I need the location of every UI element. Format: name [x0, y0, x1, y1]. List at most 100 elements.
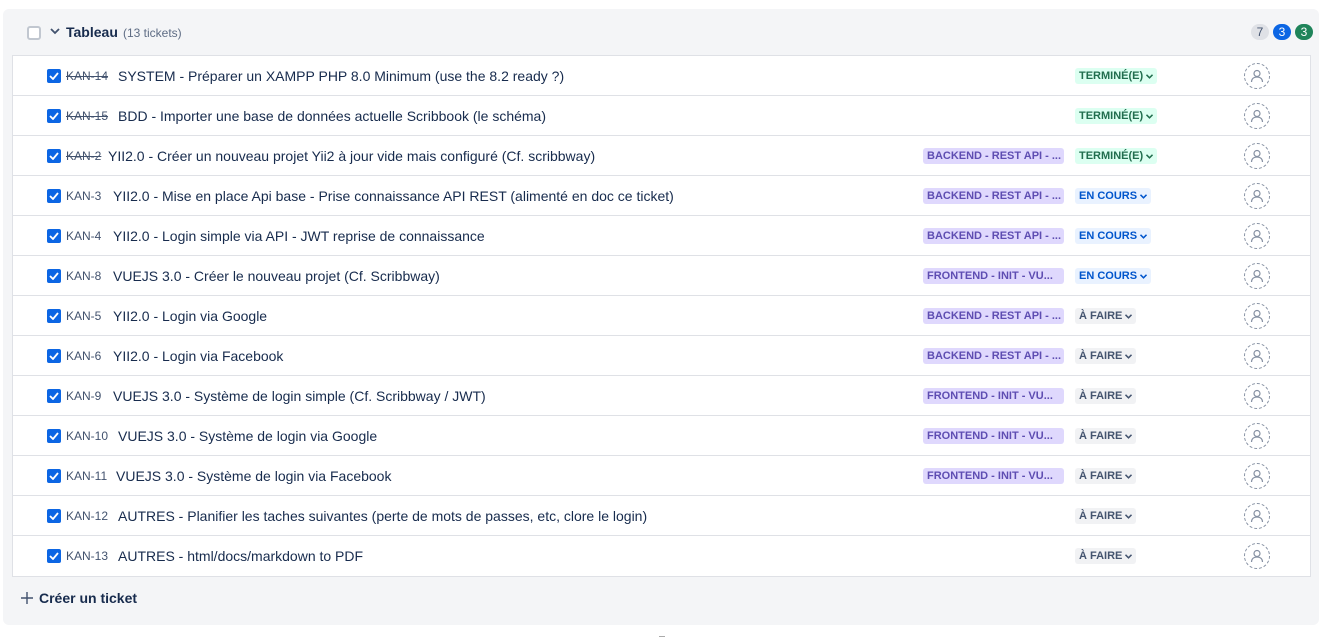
unassigned-avatar-icon[interactable] [1244, 343, 1270, 369]
status-dropdown[interactable]: À FAIRE [1075, 548, 1137, 564]
ticket-checkbox[interactable] [47, 549, 61, 563]
check-icon [49, 392, 59, 400]
ticket-summary[interactable]: YII2.0 - Créer un nouveau projet Yii2 à … [108, 148, 595, 164]
unassigned-avatar-icon[interactable] [1244, 303, 1270, 329]
ticket-key[interactable]: KAN-9 [66, 389, 101, 403]
epic-badge[interactable]: BACKEND - REST API - ... [923, 228, 1064, 244]
unassigned-avatar-icon[interactable] [1244, 463, 1270, 489]
ticket-checkbox[interactable] [47, 189, 61, 203]
ticket-key[interactable]: KAN-10 [66, 429, 108, 443]
status-dropdown[interactable]: À FAIRE [1075, 388, 1137, 404]
ticket-row[interactable]: KAN-9 VUEJS 3.0 - Système de login simple… [13, 376, 1310, 416]
ticket-row[interactable]: KAN-11 VUEJS 3.0 - Système de login via F… [13, 456, 1310, 496]
status-dropdown[interactable]: EN COURS [1075, 268, 1152, 284]
ticket-key[interactable]: KAN-6 [66, 349, 101, 363]
ticket-key[interactable]: KAN-12 [66, 509, 108, 523]
epic-badge[interactable]: BACKEND - REST API - ... [923, 148, 1064, 164]
ticket-key[interactable]: KAN-8 [66, 269, 101, 283]
unassigned-avatar-icon[interactable] [1244, 103, 1270, 129]
ticket-checkbox[interactable] [47, 349, 61, 363]
ticket-row[interactable]: KAN-14 SYSTEM - Préparer un XAMPP PHP 8.0… [13, 56, 1310, 96]
ticket-row[interactable]: KAN-15 BDD - Importer une base de données… [13, 96, 1310, 136]
inprogress-count-badge: 3 [1273, 24, 1291, 40]
unassigned-avatar-icon[interactable] [1244, 63, 1270, 89]
ticket-row[interactable]: KAN-2 YII2.0 - Créer un nouveau projet Yi… [13, 136, 1310, 176]
ticket-summary[interactable]: YII2.0 - Login simple via API - JWT repr… [113, 228, 485, 244]
chevron-down-icon[interactable] [49, 24, 61, 38]
status-dropdown[interactable]: EN COURS [1075, 228, 1152, 244]
chevron-down-icon [1146, 148, 1154, 164]
ticket-checkbox[interactable] [47, 149, 61, 163]
select-all-checkbox[interactable] [27, 26, 41, 40]
epic-badge[interactable]: BACKEND - REST API - ... [923, 188, 1064, 204]
ticket-row[interactable]: KAN-10 VUEJS 3.0 - Système de login via G… [13, 416, 1310, 456]
ticket-summary[interactable]: YII2.0 - Login via Google [113, 308, 267, 324]
ticket-summary[interactable]: YII2.0 - Mise en place Api base - Prise … [113, 188, 674, 204]
ticket-summary[interactable]: YII2.0 - Login via Facebook [113, 348, 283, 364]
epic-badge[interactable]: BACKEND - REST API - ... [923, 348, 1064, 364]
ticket-count: (13 tickets) [123, 26, 182, 40]
ticket-row[interactable]: KAN-12 AUTRES - Planifier les taches suiv… [13, 496, 1310, 536]
epic-badge[interactable]: FRONTEND - INIT - VU... [923, 388, 1064, 404]
status-dropdown[interactable]: TERMINÉ(E) [1075, 108, 1158, 124]
unassigned-avatar-icon[interactable] [1244, 263, 1270, 289]
unassigned-avatar-icon[interactable] [1244, 183, 1270, 209]
ticket-key[interactable]: KAN-14 [66, 69, 108, 83]
ticket-key[interactable]: KAN-3 [66, 189, 101, 203]
ticket-checkbox[interactable] [47, 269, 61, 283]
ticket-key[interactable]: KAN-11 [66, 469, 107, 483]
status-dropdown[interactable]: À FAIRE [1075, 428, 1137, 444]
status-dropdown[interactable]: TERMINÉ(E) [1075, 148, 1158, 164]
check-icon [49, 192, 59, 200]
ticket-row[interactable]: KAN-8 VUEJS 3.0 - Créer le nouveau projet… [13, 256, 1310, 296]
status-dropdown[interactable]: À FAIRE [1075, 468, 1137, 484]
ticket-summary[interactable]: VUEJS 3.0 - Système de login via Google [118, 428, 377, 444]
ticket-row[interactable]: KAN-4 YII2.0 - Login simple via API - JWT… [13, 216, 1310, 256]
check-icon [49, 232, 59, 240]
ticket-summary[interactable]: AUTRES - Planifier les taches suivantes … [118, 508, 647, 524]
unassigned-avatar-icon[interactable] [1244, 503, 1270, 529]
ticket-row[interactable]: KAN-13 AUTRES - html/docs/markdown to PDF… [13, 536, 1310, 576]
ticket-summary[interactable]: VUEJS 3.0 - Créer le nouveau projet (Cf.… [113, 268, 440, 284]
ticket-key[interactable]: KAN-4 [66, 229, 101, 243]
ticket-summary[interactable]: SYSTEM - Préparer un XAMPP PHP 8.0 Minim… [118, 68, 564, 84]
status-dropdown[interactable]: À FAIRE [1075, 348, 1137, 364]
ticket-row[interactable]: KAN-3 YII2.0 - Mise en place Api base - P… [13, 176, 1310, 216]
ticket-summary[interactable]: AUTRES - html/docs/markdown to PDF [118, 548, 363, 564]
ticket-checkbox[interactable] [47, 229, 61, 243]
check-icon [49, 152, 59, 160]
epic-badge[interactable]: FRONTEND - INIT - VU... [923, 428, 1064, 444]
ticket-key[interactable]: KAN-15 [66, 109, 108, 123]
chevron-down-icon [1140, 228, 1148, 244]
ticket-summary[interactable]: VUEJS 3.0 - Système de login simple (Cf.… [113, 388, 486, 404]
epic-badge[interactable]: BACKEND - REST API - ... [923, 308, 1064, 324]
unassigned-avatar-icon[interactable] [1244, 423, 1270, 449]
status-dropdown[interactable]: TERMINÉ(E) [1075, 68, 1158, 84]
ticket-checkbox[interactable] [47, 429, 61, 443]
ticket-checkbox[interactable] [47, 69, 61, 83]
unassigned-avatar-icon[interactable] [1244, 143, 1270, 169]
ticket-checkbox[interactable] [47, 309, 61, 323]
unassigned-avatar-icon[interactable] [1244, 543, 1270, 569]
epic-badge[interactable]: FRONTEND - INIT - VU... [923, 268, 1064, 284]
ticket-key[interactable]: KAN-5 [66, 309, 101, 323]
ticket-key[interactable]: KAN-2 [66, 149, 101, 163]
check-icon [49, 352, 59, 360]
ticket-checkbox[interactable] [47, 509, 61, 523]
ticket-key[interactable]: KAN-13 [66, 549, 108, 563]
ticket-row[interactable]: KAN-6 YII2.0 - Login via Facebook BACKEND … [13, 336, 1310, 376]
ticket-row[interactable]: KAN-5 YII2.0 - Login via Google BACKEND - … [13, 296, 1310, 336]
status-dropdown[interactable]: EN COURS [1075, 188, 1152, 204]
chevron-down-icon [1125, 428, 1133, 444]
ticket-checkbox[interactable] [47, 389, 61, 403]
unassigned-avatar-icon[interactable] [1244, 223, 1270, 249]
epic-badge[interactable]: FRONTEND - INIT - VU... [923, 468, 1064, 484]
ticket-summary[interactable]: BDD - Importer une base de données actue… [118, 108, 546, 124]
create-ticket-button[interactable]: Créer un ticket [21, 587, 137, 609]
unassigned-avatar-icon[interactable] [1244, 383, 1270, 409]
ticket-checkbox[interactable] [47, 469, 61, 483]
ticket-summary[interactable]: VUEJS 3.0 - Système de login via Faceboo… [116, 468, 391, 484]
status-dropdown[interactable]: À FAIRE [1075, 308, 1137, 324]
status-dropdown[interactable]: À FAIRE [1075, 508, 1137, 524]
ticket-checkbox[interactable] [47, 109, 61, 123]
